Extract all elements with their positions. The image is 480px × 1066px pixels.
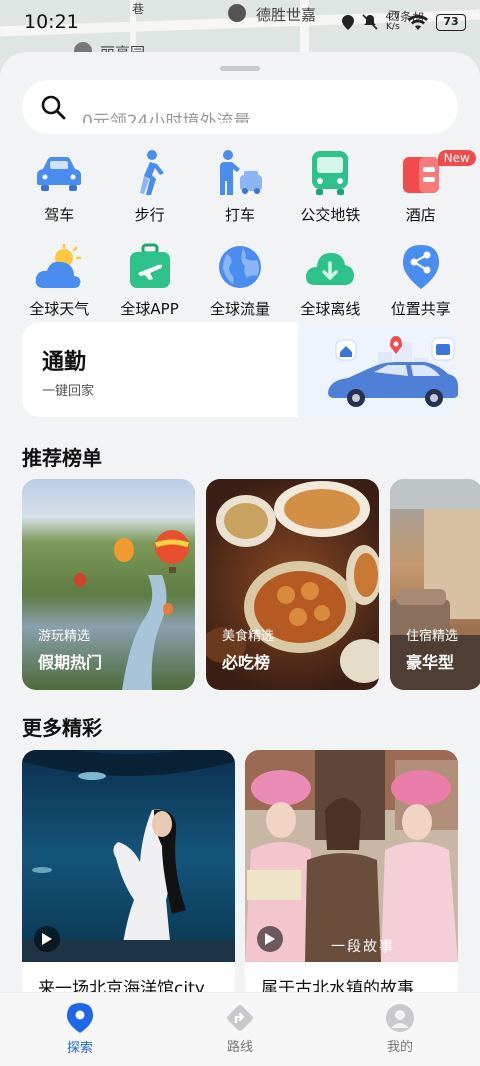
quick-actions-grid: 驾车 步行 打车 公交地铁 New 酒店 全球天气 全球APP 全球流量 全球离… [14,148,476,326]
new-badge: New [437,150,476,166]
mute-icon [362,14,378,30]
ranking-category: 住宿精选 [406,629,459,644]
recommended-section-title: 推荐榜单 [22,446,102,470]
status-bar: 10:21 4.7 K/s 73 [0,0,480,44]
quick-action-label: 全球天气 [29,300,90,318]
quick-action-label: 酒店 [405,206,436,224]
location-icon [341,14,354,30]
quick-action-label: 位置共享 [390,300,451,318]
quick-action-label: 全球流量 [209,300,270,318]
battery-indicator: 73 [436,13,466,31]
quick-action-label: 驾车 [44,206,75,224]
bus-icon [305,148,355,198]
quick-action-share-location[interactable]: 位置共享 [376,242,466,326]
quick-action-label: 步行 [134,206,165,224]
commute-card[interactable]: 通勤 一键回家 [22,322,458,417]
quick-action-walk[interactable]: 步行 [104,148,194,232]
ranking-category: 游玩精选 [38,629,91,644]
search-icon [41,95,66,120]
nav-label: 我的 [386,1040,413,1055]
search-placeholder: 0元领24小时境外流量 [82,112,251,123]
more-section-title: 更多精彩 [22,716,102,740]
ranking-name: 必吃榜 [222,653,271,672]
wifi-icon [408,14,428,30]
commute-car-illustration [298,322,458,417]
ranking-card-hotel[interactable]: 住宿精选 豪华型 [390,479,480,690]
quick-action-label: 打车 [224,206,255,224]
walk-icon [125,148,175,198]
ranking-category: 美食精选 [222,629,275,644]
feed-card[interactable]: 来一场北京海洋馆city [22,750,235,1000]
status-time: 10:21 [24,11,79,33]
play-icon[interactable] [34,926,60,952]
commute-subtitle: 一键回家 [42,384,95,399]
quick-action-drive[interactable]: 驾车 [14,148,104,232]
avatar-icon [386,1004,414,1032]
nav-tab-route[interactable]: 路线 [190,1004,290,1055]
quick-action-global-data[interactable]: 全球流量 [195,242,285,326]
recommended-list: 游玩精选 假期热门 美食精选 必吃榜 住宿精选 豪华型 [22,479,480,690]
nav-label: 探索 [66,1041,93,1056]
globe-icon [215,242,265,292]
quick-action-label: 全球离线 [300,300,361,318]
quick-action-label: 公交地铁 [300,206,361,224]
share-location-icon [396,242,446,292]
ranking-name: 豪华型 [406,653,455,672]
weather-icon [34,242,84,292]
quick-action-transit[interactable]: 公交地铁 [285,148,375,232]
quick-action-global-offline[interactable]: 全球离线 [285,242,375,326]
feed-card[interactable]: 一段故事 属于古北水镇的故事 [245,750,458,1000]
ranking-card-travel[interactable]: 游玩精选 假期热门 [22,479,195,690]
car-icon [34,148,84,198]
ranking-card-food[interactable]: 美食精选 必吃榜 [206,479,379,690]
quick-action-global-app[interactable]: 全球APP [104,242,194,326]
nav-tab-profile[interactable]: 我的 [350,1004,450,1055]
location-pin-icon [67,1003,93,1033]
net-speed: 4.7 K/s [385,12,400,32]
overlay-caption: 一段故事 [331,939,395,955]
taxi-icon [215,148,265,198]
sheet-drag-handle[interactable] [220,66,260,71]
quick-action-taxi[interactable]: 打车 [195,148,285,232]
quick-action-label: 全球APP [120,300,179,318]
commute-title: 通勤 [42,350,87,375]
nav-label: 路线 [226,1040,253,1055]
explore-sheet: 0元领24小时境外流量 驾车 步行 打车 公交地铁 New 酒店 全球天气 全球… [0,52,480,1066]
bottom-navigation: 探索 路线 我的 [0,992,480,1066]
more-feed: 来一场北京海洋馆city 一段故事 属于古北水镇的故事 [22,750,458,1000]
quick-action-global-weather[interactable]: 全球天气 [14,242,104,326]
cloud-download-icon [305,242,355,292]
luggage-icon [125,242,175,292]
nav-tab-explore[interactable]: 探索 [30,1003,130,1056]
ranking-name: 假期热门 [38,653,103,672]
play-icon[interactable] [257,926,283,952]
search-bar[interactable]: 0元领24小时境外流量 [22,80,458,134]
quick-action-hotel[interactable]: New 酒店 [376,148,476,232]
route-icon [227,1005,253,1031]
